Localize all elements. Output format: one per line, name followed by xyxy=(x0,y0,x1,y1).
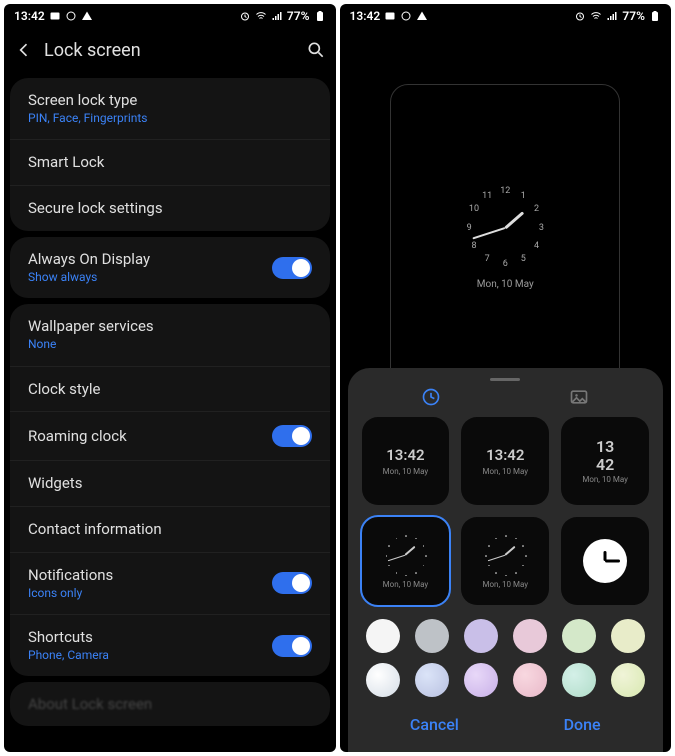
clock-style-option[interactable]: 13:42Mon, 10 May xyxy=(461,417,549,505)
message-icon xyxy=(49,10,61,22)
row-label: Screen lock type xyxy=(28,91,148,110)
search-icon[interactable] xyxy=(306,40,326,60)
settings-row[interactable]: Smart Lock xyxy=(10,139,330,185)
row-subtitle: Show always xyxy=(28,270,150,286)
battery-pct: 77% xyxy=(287,9,310,23)
status-time: 13:42 xyxy=(14,9,45,23)
battery-icon xyxy=(314,10,326,22)
color-swatches xyxy=(358,605,654,701)
clock-preview: 123456789101112 Mon, 10 May xyxy=(390,84,620,390)
signal-icon xyxy=(606,10,618,22)
color-swatch[interactable] xyxy=(611,663,645,697)
warning-icon xyxy=(81,10,93,22)
message-icon xyxy=(384,10,396,22)
toggle-switch[interactable] xyxy=(272,257,312,279)
refresh-icon xyxy=(400,10,412,22)
page-title: Lock screen xyxy=(44,40,296,61)
color-swatch[interactable] xyxy=(611,619,645,653)
row-label: Secure lock settings xyxy=(28,199,163,218)
alarm-icon xyxy=(574,10,586,22)
color-swatch[interactable] xyxy=(464,663,498,697)
color-swatch[interactable] xyxy=(366,663,400,697)
row-subtitle: Icons only xyxy=(28,586,113,602)
analog-clock-preview: 123456789101112 xyxy=(462,185,548,271)
toggle-switch[interactable] xyxy=(272,635,312,657)
row-label: Smart Lock xyxy=(28,153,104,172)
color-swatch[interactable] xyxy=(464,619,498,653)
color-swatch[interactable] xyxy=(562,663,596,697)
toggle-switch[interactable] xyxy=(272,425,312,447)
color-swatch[interactable] xyxy=(513,619,547,653)
settings-row[interactable]: Screen lock typePIN, Face, Fingerprints xyxy=(10,78,330,139)
color-swatch[interactable] xyxy=(562,619,596,653)
clock-style-option[interactable]: 1342Mon, 10 May xyxy=(561,417,649,505)
image-tab-icon[interactable] xyxy=(569,387,589,407)
lock-screen-settings: 13:42 77% Lock screen Screen lock typePI… xyxy=(4,4,336,752)
row-label: Roaming clock xyxy=(28,427,127,446)
settings-row[interactable]: NotificationsIcons only xyxy=(10,552,330,614)
row-label: Contact information xyxy=(28,520,162,539)
style-picker-sheet: 13:42Mon, 10 May13:42Mon, 10 May1342Mon,… xyxy=(348,368,664,752)
settings-list: Screen lock typePIN, Face, FingerprintsS… xyxy=(4,72,336,752)
alarm-icon xyxy=(239,10,251,22)
status-bar: 13:42 77% xyxy=(4,4,336,28)
settings-row[interactable]: Clock style xyxy=(10,366,330,412)
refresh-icon xyxy=(65,10,77,22)
done-button[interactable]: Done xyxy=(564,715,601,734)
clock-style-option[interactable]: Mon, 10 May xyxy=(461,517,549,605)
warning-icon xyxy=(416,10,428,22)
preview-date: Mon, 10 May xyxy=(477,279,534,290)
row-subtitle: Phone, Camera xyxy=(28,648,109,664)
row-label: Shortcuts xyxy=(28,628,109,647)
app-bar: Lock screen xyxy=(4,28,336,72)
settings-row[interactable]: Secure lock settings xyxy=(10,185,330,231)
cutoff-row: About Lock screen xyxy=(10,682,330,726)
clock-style-editor: 13:42 77% 123456789101112 Mon, 10 May xyxy=(340,4,672,752)
row-label: Notifications xyxy=(28,566,113,585)
clock-style-option[interactable] xyxy=(561,517,649,605)
toggle-switch[interactable] xyxy=(272,572,312,594)
color-swatch[interactable] xyxy=(415,663,449,697)
row-subtitle: PIN, Face, Fingerprints xyxy=(28,111,148,127)
battery-icon xyxy=(649,10,661,22)
status-bar: 13:42 77% xyxy=(340,4,672,28)
color-swatch[interactable] xyxy=(513,663,547,697)
back-icon[interactable] xyxy=(14,40,34,60)
clock-style-option[interactable]: 13:42Mon, 10 May xyxy=(362,417,450,505)
status-time: 13:42 xyxy=(350,9,381,23)
settings-row[interactable]: Always On DisplayShow always xyxy=(10,237,330,298)
row-subtitle: None xyxy=(28,337,154,353)
color-swatch[interactable] xyxy=(415,619,449,653)
wifi-icon xyxy=(255,10,267,22)
row-label: Always On Display xyxy=(28,250,150,269)
settings-row[interactable]: Roaming clock xyxy=(10,411,330,460)
row-label: Clock style xyxy=(28,380,101,399)
row-label: Wallpaper services xyxy=(28,317,154,336)
settings-row[interactable]: Wallpaper servicesNone xyxy=(10,304,330,365)
battery-pct: 77% xyxy=(622,9,645,23)
clock-tab-icon[interactable] xyxy=(421,387,441,407)
signal-icon xyxy=(271,10,283,22)
cancel-button[interactable]: Cancel xyxy=(410,715,459,734)
row-label: Widgets xyxy=(28,474,82,493)
clock-style-option[interactable]: Mon, 10 May xyxy=(362,517,450,605)
settings-row[interactable]: Contact information xyxy=(10,506,330,552)
wifi-icon xyxy=(590,10,602,22)
settings-row[interactable]: Widgets xyxy=(10,460,330,506)
color-swatch[interactable] xyxy=(366,619,400,653)
drag-handle[interactable] xyxy=(490,378,520,381)
settings-row[interactable]: ShortcutsPhone, Camera xyxy=(10,614,330,676)
